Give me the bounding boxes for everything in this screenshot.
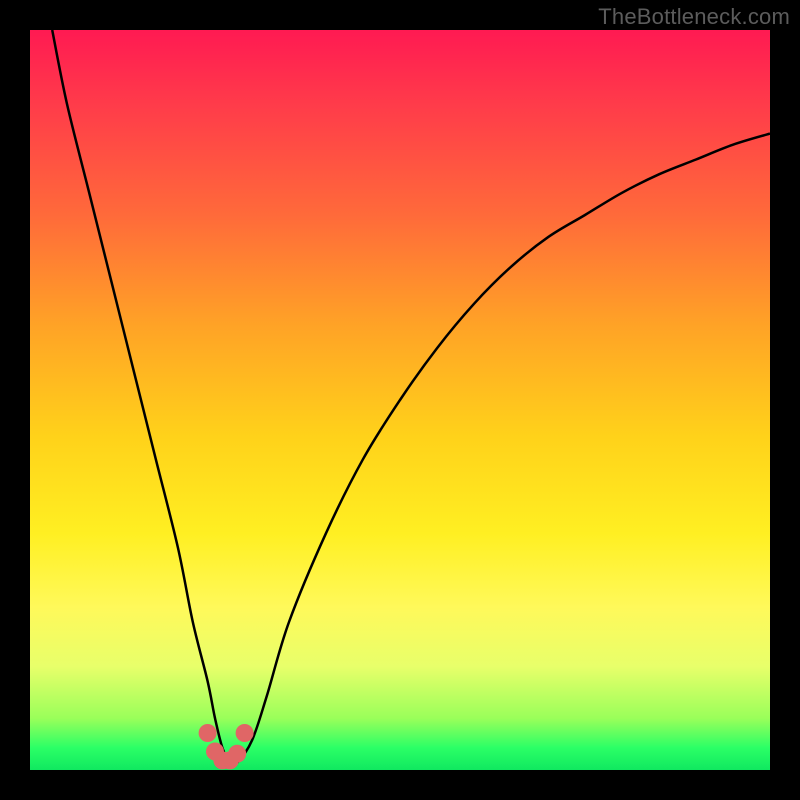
chart-frame: TheBottleneck.com bbox=[0, 0, 800, 800]
highlight-markers bbox=[199, 724, 254, 769]
marker-dot bbox=[236, 724, 254, 742]
curve-svg bbox=[30, 30, 770, 770]
bottleneck-curve bbox=[52, 30, 770, 765]
marker-dot bbox=[199, 724, 217, 742]
plot-area bbox=[30, 30, 770, 770]
marker-dot bbox=[228, 745, 246, 763]
watermark-text: TheBottleneck.com bbox=[598, 4, 790, 30]
